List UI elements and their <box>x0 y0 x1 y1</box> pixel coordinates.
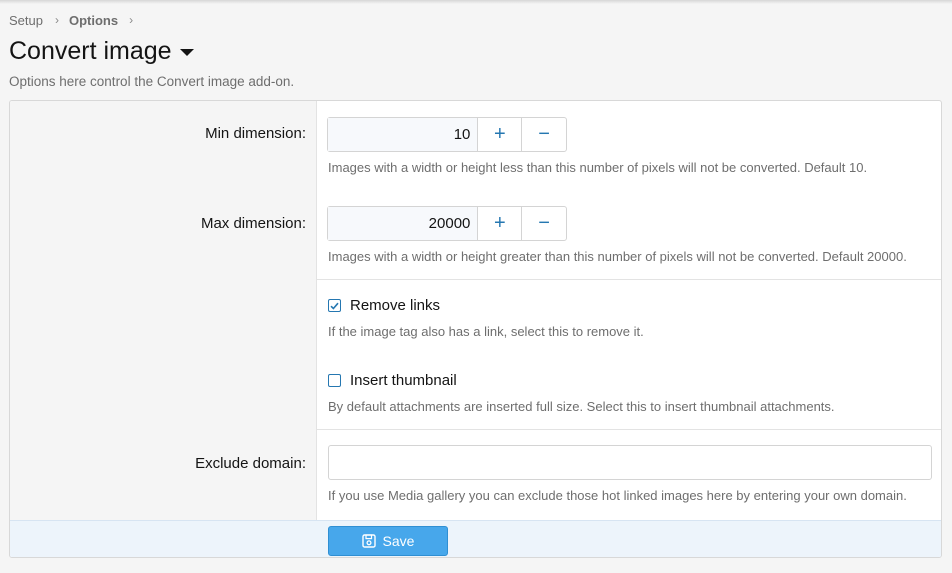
min-dimension-label: Min dimension: <box>205 125 306 142</box>
min-dimension-input[interactable]: 10 <box>328 118 479 151</box>
min-dimension-stepper: 10 + − <box>327 117 567 152</box>
minus-icon: − <box>538 123 550 145</box>
checkbox-box[interactable] <box>328 299 341 312</box>
checkmark-icon <box>330 302 339 310</box>
save-label: Save <box>382 533 415 549</box>
page-title: Convert image <box>9 36 172 65</box>
minus-icon: − <box>538 212 550 234</box>
insert-thumbnail-hint: By default attachments are inserted full… <box>328 399 835 414</box>
caret-down-icon[interactable] <box>179 48 194 56</box>
checkbox-box[interactable] <box>328 374 341 387</box>
min-dimension-decrement-button[interactable]: − <box>522 118 566 151</box>
breadcrumb-options[interactable]: Options <box>69 13 118 28</box>
max-dimension-label: Max dimension: <box>200 215 306 232</box>
options-form: Min dimension: 10 + − Images with a widt… <box>9 100 942 558</box>
page-title-wrap: Convert image <box>9 36 194 66</box>
exclude-domain-label: Exclude domain: <box>195 455 306 472</box>
remove-links-checkbox[interactable]: Remove links <box>328 297 440 314</box>
save-button[interactable]: Save <box>328 526 448 556</box>
min-dimension-increment-button[interactable]: + <box>478 118 523 151</box>
divider <box>317 429 941 430</box>
insert-thumbnail-label: Insert thumbnail <box>350 372 457 389</box>
min-dimension-hint: Images with a width or height less than … <box>328 160 868 175</box>
page-description: Options here control the Convert image a… <box>9 74 295 89</box>
chevron-right-icon: › <box>129 13 134 27</box>
plus-icon: + <box>493 212 506 234</box>
divider <box>317 279 941 280</box>
plus-icon: + <box>493 123 506 145</box>
insert-thumbnail-checkbox[interactable]: Insert thumbnail <box>328 372 457 389</box>
remove-links-hint: If the image tag also has a link, select… <box>328 324 644 339</box>
form-footer: Save <box>10 520 941 557</box>
exclude-domain-hint: If you use Media gallery you can exclude… <box>328 488 907 503</box>
max-dimension-input[interactable]: 20000 <box>328 207 479 240</box>
floppy-disk-icon <box>361 534 376 548</box>
remove-links-label: Remove links <box>350 297 441 314</box>
exclude-domain-input[interactable] <box>328 445 932 480</box>
max-dimension-decrement-button[interactable]: − <box>522 207 566 240</box>
breadcrumb: Setup › Options › <box>9 12 143 28</box>
max-dimension-increment-button[interactable]: + <box>478 207 523 240</box>
chevron-right-icon: › <box>54 13 59 27</box>
top-shadow <box>0 0 952 4</box>
max-dimension-stepper: 20000 + − <box>327 206 567 241</box>
breadcrumb-setup[interactable]: Setup <box>9 13 43 28</box>
max-dimension-hint: Images with a width or height greater th… <box>328 249 907 264</box>
